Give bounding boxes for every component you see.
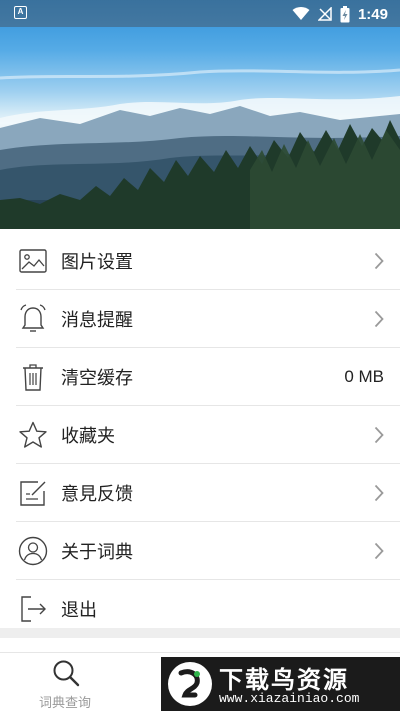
menu-item-feedback[interactable]: 意見反馈 <box>16 464 400 522</box>
menu-item-image-settings[interactable]: 图片设置 <box>16 232 400 290</box>
menu-item-label: 图片设置 <box>61 251 133 272</box>
menu-item-label: 消息提醒 <box>61 309 133 330</box>
chevron-right-icon <box>374 522 384 579</box>
tab-dictionary-search[interactable]: 词典查询 <box>0 653 130 711</box>
watermark-banner: 下载鸟资源 www.xiazainiao.com <box>161 657 400 711</box>
menu-item-label: 关于词典 <box>61 541 133 562</box>
chevron-right-icon <box>374 232 384 289</box>
section-divider <box>0 628 400 638</box>
menu-item-clear-cache[interactable]: 清空缓存 0 MB <box>16 348 400 406</box>
bird-logo-icon <box>167 661 213 711</box>
chevron-right-icon <box>374 406 384 463</box>
chevron-right-icon <box>374 464 384 521</box>
trash-icon <box>18 362 48 392</box>
status-time: 1:49 <box>357 5 388 23</box>
search-icon <box>52 659 80 692</box>
battery-charging-icon <box>340 5 350 22</box>
chevron-right-icon <box>374 290 384 347</box>
alarm-bell-icon <box>18 303 48 334</box>
menu-item-label: 意見反馈 <box>61 483 133 504</box>
menu-item-favorites[interactable]: 收藏夹 <box>16 406 400 464</box>
user-circle-icon <box>18 536 48 566</box>
settings-menu: 图片设置 消息提醒 清空缓存 0 MB 收藏夹 意見反馈 关于词典 退出 <box>0 232 400 637</box>
no-signal-icon <box>317 7 332 21</box>
menu-item-label: 退出 <box>61 599 97 620</box>
menu-item-message-reminder[interactable]: 消息提醒 <box>16 290 400 348</box>
star-icon <box>18 420 48 450</box>
watermark-title: 下载鸟资源 <box>219 667 349 694</box>
status-bar: A 1:49 <box>0 0 400 27</box>
menu-item-about[interactable]: 关于词典 <box>16 522 400 580</box>
edit-note-icon <box>18 478 48 508</box>
menu-item-label: 收藏夹 <box>61 425 115 446</box>
menu-item-label: 清空缓存 <box>61 367 133 388</box>
cache-size-value: 0 MB <box>344 366 384 386</box>
notification-icon: A <box>14 6 27 19</box>
header-landscape-image <box>0 0 400 229</box>
status-icons: 1:49 <box>292 3 388 25</box>
wifi-icon <box>292 7 310 20</box>
image-icon <box>18 246 48 276</box>
watermark-url: www.xiazainiao.com <box>219 691 360 706</box>
tab-label: 词典查询 <box>38 695 91 710</box>
settings-page: A 1:49 图片设置 消息提醒 清空缓存 0 MB 收藏夹 意見反馈 关于词典… <box>0 0 400 711</box>
logout-icon <box>18 594 48 624</box>
